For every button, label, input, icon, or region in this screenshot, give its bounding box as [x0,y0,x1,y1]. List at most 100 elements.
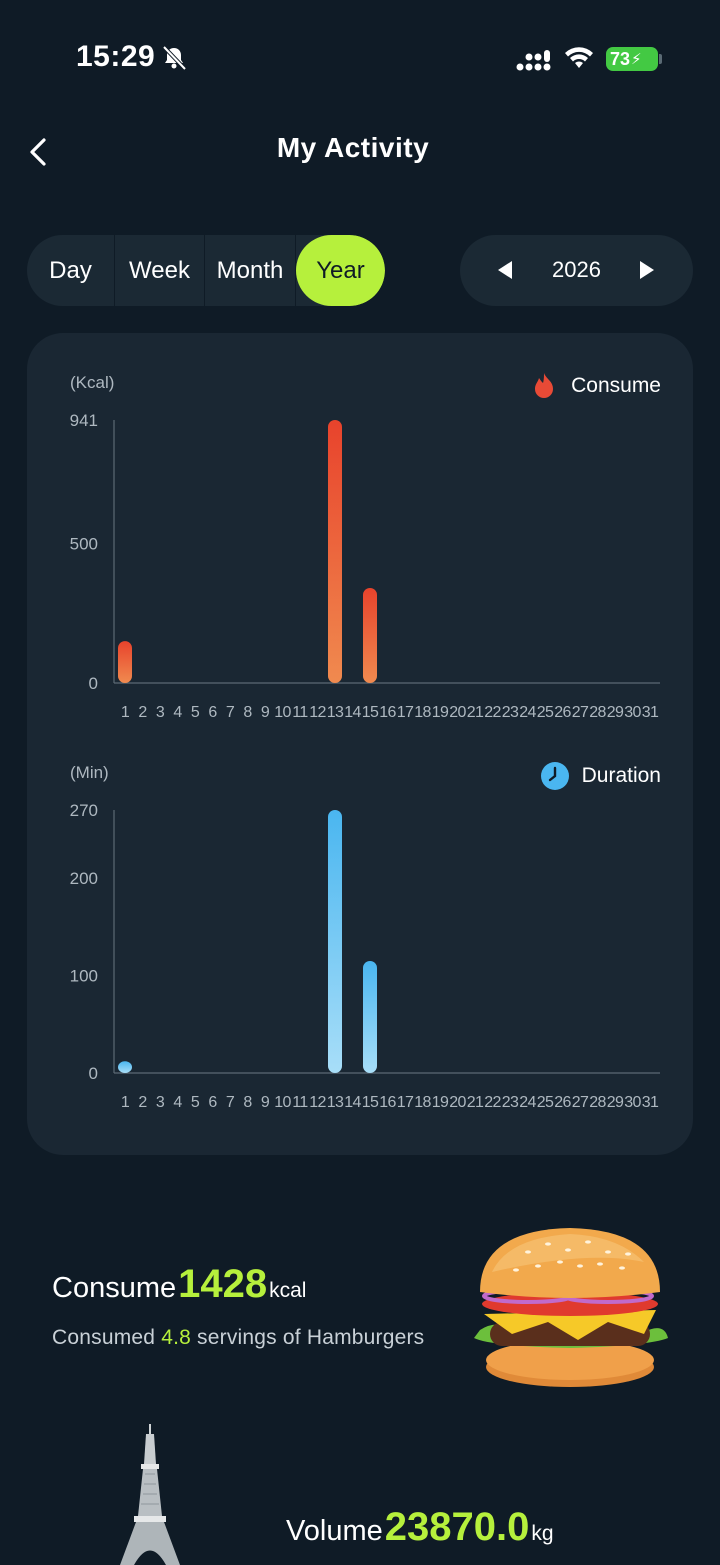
duration-x-tick-label: 30 [624,1094,641,1111]
duration-y-tick-label: 0 [89,1064,98,1083]
duration-x-tick-label: 19 [432,1094,449,1111]
consume-x-tick-label: 6 [208,704,217,721]
duration-x-tick-label: 28 [589,1094,606,1111]
consume-x-tick-label: 7 [226,704,235,721]
consume-x-tick-label: 29 [607,704,624,721]
consume-x-tick-label: 20 [449,704,466,721]
consume-summary-unit: kcal [269,1279,307,1302]
consume-x-tick-label: 1 [121,704,130,721]
year-navigator: 2026 [460,235,693,306]
consume-x-tick-label: 10 [274,704,291,721]
consume-x-tick-label: 8 [243,704,252,721]
consume-y-tick-label: 500 [70,534,98,553]
duration-x-tick-label: 25 [537,1094,554,1111]
duration-bar [363,960,377,1073]
consume-x-tick-label: 3 [156,704,165,721]
status-time: 15:29 [76,40,156,73]
consume-y-tick-label: 0 [89,674,98,693]
duration-x-tick-label: 7 [226,1094,235,1111]
status-bar: 15:29 73 ⚡ [0,0,720,110]
consume-x-tick-label: 4 [173,704,182,721]
duration-bar [118,1061,132,1073]
consume-x-tick-label: 28 [589,704,606,721]
duration-y-tick-label: 100 [70,967,98,986]
duration-x-tick-label: 6 [208,1094,217,1111]
duration-x-tick-label: 12 [309,1094,326,1111]
consume-summary-label: Consume [52,1272,177,1304]
consume-bar [328,420,342,683]
consume-x-tick-label: 23 [502,704,519,721]
consume-x-tick-label: 26 [554,704,571,721]
volume-summary: Volume 23870.0 kg [286,1505,554,1550]
duration-x-tick-label: 20 [449,1094,466,1111]
duration-x-tick-label: 26 [554,1094,571,1111]
servings-value: 4.8 [161,1326,191,1349]
duration-x-tick-label: 5 [191,1094,200,1111]
volume-summary-unit: kg [531,1522,554,1545]
duration-x-tick-label: 3 [156,1094,165,1111]
duration-y-tick-label: 270 [70,801,98,820]
consume-y-tick-label: 941 [70,411,98,430]
tab-day[interactable]: Day [27,235,115,306]
tab-month[interactable]: Month [205,235,296,306]
bar-charts: 94150001 2 3 4 5 6 7 8 9 10 11 12 13 14 15 16 17 18 19 20 21… [70,411,660,1111]
duration-x-tick-label: 10 [274,1094,291,1111]
tab-year[interactable]: Year [296,235,385,306]
consume-x-tick-label: 12 [309,704,326,721]
battery-level: 73 [610,48,631,69]
consume-x-tick-label: 16 [379,704,396,721]
consume-x-tick-label: 17 [397,704,414,721]
volume-summary-value: 23870.0 [384,1505,530,1549]
tab-week[interactable]: Week [115,235,205,306]
next-year-arrow-icon[interactable] [640,261,654,279]
consume-x-tick-label: 2 [138,704,147,721]
eiffel-tower-image [120,1424,180,1565]
duration-x-tick-label: 27 [572,1094,589,1111]
duration-x-tick-label: 22 [484,1094,501,1111]
consume-x-tick-label: 15 [362,704,379,721]
duration-x-tick-label: 4 [173,1094,182,1111]
consume-x-tick-label: 24 [519,704,536,721]
wifi-icon [565,47,593,68]
consume-x-tick-label: 21 [467,704,484,721]
previous-year-arrow-icon[interactable] [498,261,512,279]
duration-x-tick-label: 21 [467,1094,484,1111]
consume-x-tick-label: 27 [572,704,589,721]
duration-x-tick-label: 16 [379,1094,396,1111]
consume-x-tick-label: 18 [414,704,431,721]
consume-x-tick-label: 19 [432,704,449,721]
consume-x-tick-label: 30 [624,704,641,721]
consume-x-tick-label: 25 [537,704,554,721]
duration-x-tick-label: 31 [642,1094,659,1111]
consume-x-tick-label: 13 [327,704,344,721]
year-label: 2026 [552,257,601,282]
duration-x-tick-label: 8 [243,1094,252,1111]
consume-x-tick-label: 31 [642,704,659,721]
consume-summary-value: 1428 [178,1262,268,1306]
charging-bolt-icon: ⚡ [631,51,642,68]
duration-x-tick-label: 1 [121,1094,130,1111]
duration-x-tick-label: 24 [519,1094,536,1111]
hamburger-image [474,1228,668,1387]
consume-x-tick-label: 14 [344,704,361,721]
consume-x-tick-label: 11 [292,704,308,721]
volume-summary-label: Volume [286,1515,383,1547]
consume-x-tick-label: 5 [191,704,200,721]
duration-x-tick-label: 11 [292,1094,308,1111]
battery-indicator: 73 ⚡ [606,47,658,71]
servings-prefix: Consumed [52,1326,156,1349]
duration-x-tick-label: 9 [261,1094,270,1111]
consume-x-tick-label: 22 [484,704,501,721]
page-title: My Activity [276,132,430,163]
duration-x-tick-label: 18 [414,1094,431,1111]
duration-x-tick-label: 14 [344,1094,361,1111]
duration-x-tick-label: 17 [397,1094,414,1111]
cellular-signal-icon [516,50,551,71]
duration-x-tick-label: 23 [502,1094,519,1111]
consume-bar [363,587,377,683]
battery-cap [659,54,662,64]
consume-summary: Consume 1428 kcal [52,1262,306,1307]
duration-bar [328,810,342,1073]
period-tabs: Day Week Month Year [27,235,385,306]
duration-x-tick-label: 13 [327,1094,344,1111]
